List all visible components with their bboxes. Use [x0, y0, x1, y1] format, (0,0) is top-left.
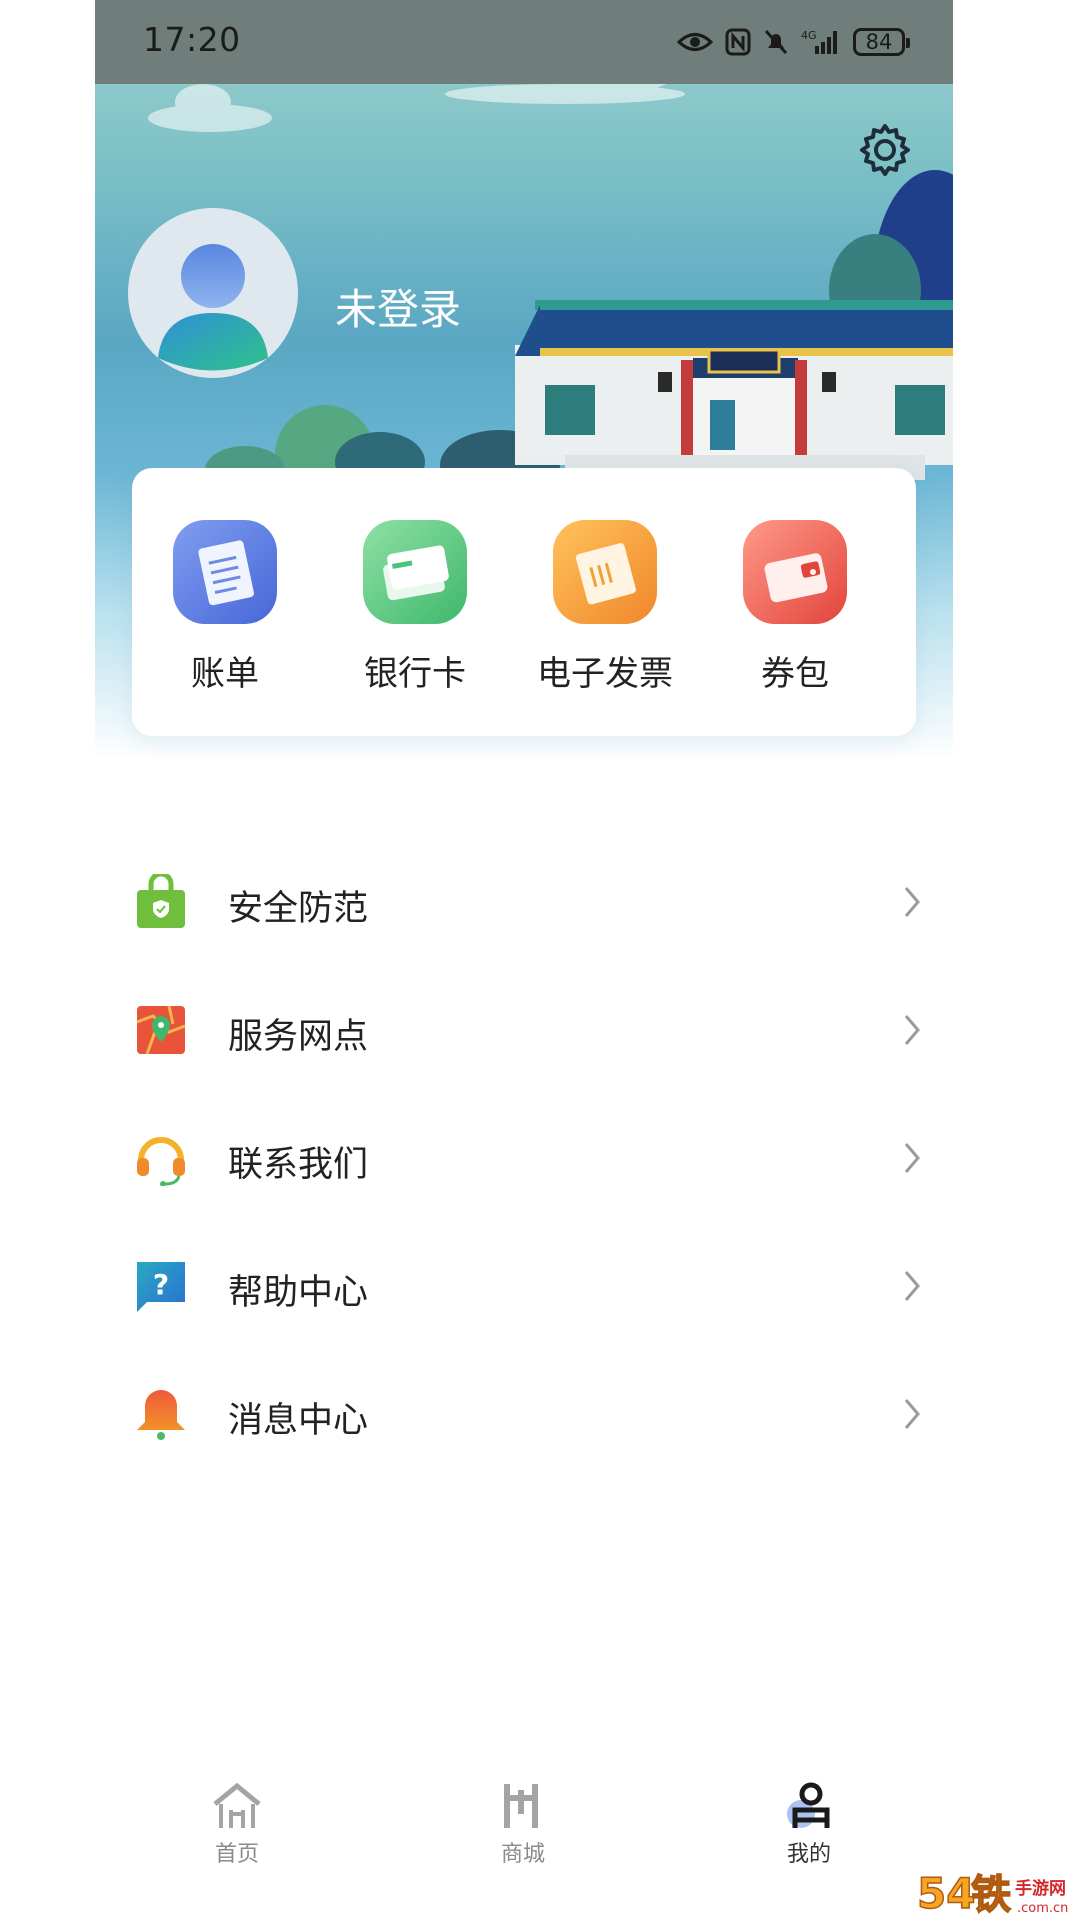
bell-icon	[137, 1390, 185, 1440]
svg-text:手游网: 手游网	[1015, 1878, 1066, 1899]
watermark-logo: 54 铁 手游网 .com.cn	[917, 1868, 1068, 1916]
svg-text:.com.cn: .com.cn	[1017, 1901, 1068, 1916]
settings-menu-list: 安全防范 服务网点 联系我们 ? 帮助中心 消息中心	[95, 840, 953, 1480]
quick-action-label: 电子发票	[537, 654, 673, 694]
e-invoice-icon	[553, 520, 657, 624]
bank-card-icon	[363, 520, 467, 624]
tab-profile[interactable]: 我的	[749, 1780, 869, 1890]
menu-item-label: 帮助中心	[228, 1273, 369, 1313]
status-bar: 17:20 4G 84	[95, 0, 953, 84]
quick-action-bank-card[interactable]: 银行卡	[325, 520, 505, 695]
bill-icon	[173, 520, 277, 624]
security-bag-icon	[137, 874, 185, 928]
menu-item-service-outlets[interactable]: 服务网点	[95, 968, 953, 1096]
help-question-icon: ?	[137, 1262, 185, 1312]
quick-action-coupon[interactable]: 券包	[705, 520, 885, 695]
signal-4g-icon: 4G	[801, 29, 837, 54]
home-icon	[213, 1782, 261, 1828]
status-icons: 4G 84	[677, 22, 910, 62]
quick-action-label: 券包	[761, 654, 829, 694]
tab-label: 商城	[500, 1842, 545, 1867]
chevron-right-icon	[904, 1015, 920, 1045]
chevron-right-icon	[904, 887, 920, 917]
menu-item-label: 联系我们	[228, 1145, 369, 1185]
tab-label: 首页	[214, 1842, 259, 1867]
battery-level: 84	[865, 30, 893, 54]
chevron-right-icon	[904, 1271, 920, 1301]
eye-comfort-icon	[677, 33, 713, 51]
profile-icon	[787, 1782, 830, 1828]
chevron-right-icon	[904, 1143, 920, 1173]
chevron-right-icon	[904, 1399, 920, 1429]
phone-screen: 17:20 4G 84 未登录 账单 银行卡 电子发票 券包 安全防范 服务网点…	[95, 0, 953, 1920]
battery-indicator: 84	[853, 28, 910, 56]
svg-text:54: 54	[917, 1869, 975, 1916]
tab-home[interactable]: 首页	[177, 1780, 297, 1890]
bottom-tab-bar: 首页 商城 我的	[95, 1780, 953, 1920]
login-status[interactable]: 未登录	[335, 276, 461, 337]
svg-text:铁: 铁	[971, 1872, 1011, 1916]
quick-actions-card: 账单 银行卡 电子发票 券包	[132, 468, 916, 736]
quick-action-e-invoice[interactable]: 电子发票	[515, 520, 695, 695]
mute-bell-icon	[764, 29, 788, 55]
menu-item-label: 消息中心	[228, 1401, 369, 1441]
tab-mall[interactable]: 商城	[463, 1780, 583, 1890]
tab-label: 我的	[786, 1842, 831, 1867]
menu-item-security[interactable]: 安全防范	[95, 840, 953, 968]
menu-item-contact-us[interactable]: 联系我们	[95, 1096, 953, 1224]
map-location-icon	[136, 1005, 186, 1055]
quick-action-label: 银行卡	[364, 654, 466, 694]
svg-text:4G: 4G	[801, 29, 817, 42]
headset-icon	[137, 1137, 185, 1186]
quick-action-label: 账单	[191, 654, 259, 694]
nfc-icon	[725, 28, 751, 56]
mall-icon	[504, 1784, 538, 1828]
quick-action-bill[interactable]: 账单	[135, 520, 315, 695]
gear-icon[interactable]	[857, 122, 913, 178]
coupon-wallet-icon	[743, 520, 847, 624]
menu-item-label: 安全防范	[228, 889, 369, 929]
avatar[interactable]	[128, 208, 298, 378]
default-avatar-icon	[128, 208, 298, 378]
svg-text:?: ?	[153, 1268, 169, 1301]
menu-item-label: 服务网点	[228, 1017, 369, 1057]
status-time: 17:20	[143, 20, 241, 59]
menu-item-help-center[interactable]: ? 帮助中心	[95, 1224, 953, 1352]
menu-item-message-center[interactable]: 消息中心	[95, 1352, 953, 1480]
